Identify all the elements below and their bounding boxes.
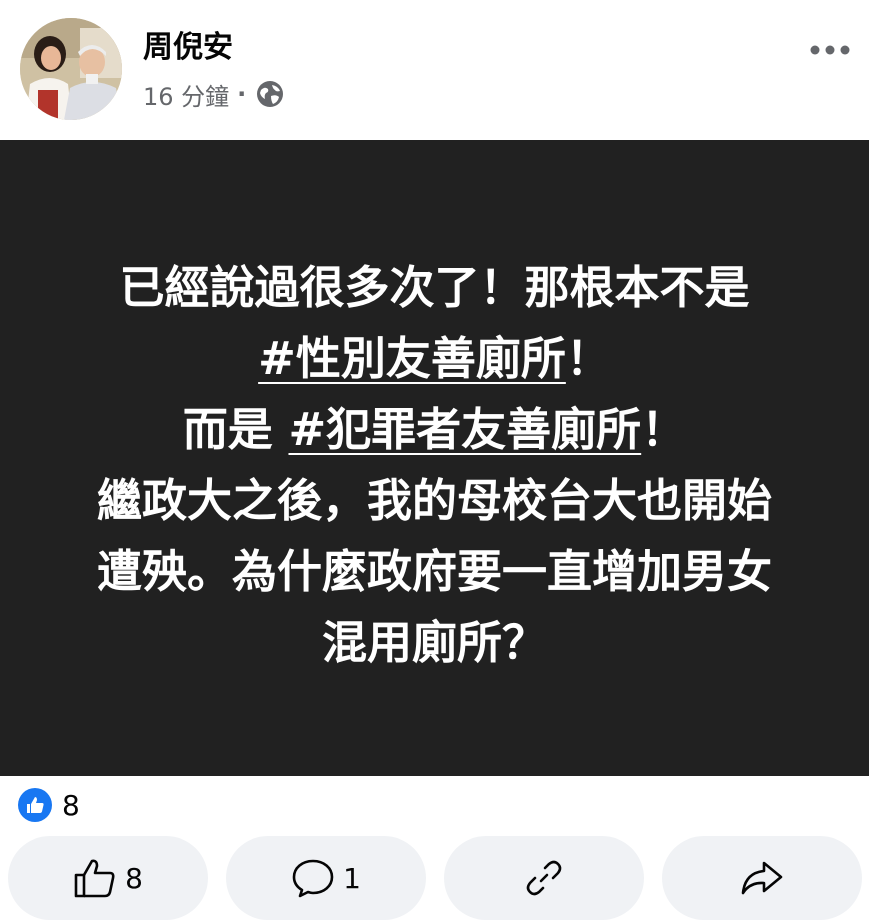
comment-count: 1 xyxy=(343,861,361,895)
line-text: 遭殃。為什麼政府要一直增加男女 xyxy=(96,545,772,598)
link-icon xyxy=(526,860,562,896)
action-bar: 8 1 xyxy=(8,836,862,920)
reactions-summary[interactable]: 8 xyxy=(18,786,80,824)
line-text: 繼政大之後，我的母校台大也開始 xyxy=(96,474,772,527)
line-text: 而是 xyxy=(182,403,289,456)
post-text-line: #性別友善廁所！ xyxy=(0,323,869,394)
comment-button[interactable]: 1 xyxy=(226,836,426,920)
globe-icon[interactable] xyxy=(256,80,284,108)
post-text-line: 混用廁所？ xyxy=(0,607,869,678)
author-avatar[interactable] xyxy=(20,18,122,120)
thumbs-up-icon xyxy=(74,859,115,898)
author-name[interactable]: 周倪安 xyxy=(143,28,233,68)
line-text: 混用廁所？ xyxy=(321,616,547,669)
line-text: ！ xyxy=(565,332,611,385)
post-text: 已經說過很多次了！那根本不是 #性別友善廁所！ 而是 #犯罪者友善廁所！ 繼政大… xyxy=(0,252,869,678)
comment-icon xyxy=(292,859,334,898)
hashtag-link[interactable]: #犯罪者友善廁所 xyxy=(288,403,641,456)
post-text-background: 已經說過很多次了！那根本不是 #性別友善廁所！ 而是 #犯罪者友善廁所！ 繼政大… xyxy=(0,140,869,776)
more-dots-icon xyxy=(810,45,850,55)
copy-link-button[interactable] xyxy=(444,836,644,920)
post-text-line: 繼政大之後，我的母校台大也開始 xyxy=(0,465,869,536)
hashtag-link[interactable]: #性別友善廁所 xyxy=(258,332,566,385)
post-meta: 16 分鐘 · xyxy=(143,76,284,112)
like-count: 8 xyxy=(125,861,143,895)
post-text-line: 遭殃。為什麼政府要一直增加男女 xyxy=(0,536,869,607)
line-text: 已經說過很多次了！那根本不是 xyxy=(119,261,750,314)
meta-separator: · xyxy=(237,80,247,108)
more-options-button[interactable] xyxy=(800,28,860,72)
post-header: 周倪安 16 分鐘 · xyxy=(0,0,869,140)
post-text-line: 已經說過很多次了！那根本不是 xyxy=(0,252,869,323)
like-button[interactable]: 8 xyxy=(8,836,208,920)
like-reaction-icon xyxy=(18,788,52,822)
reaction-count: 8 xyxy=(62,788,80,822)
post-time[interactable]: 16 分鐘 xyxy=(143,77,229,112)
line-text: ！ xyxy=(641,403,687,456)
post-text-line: 而是 #犯罪者友善廁所！ xyxy=(0,394,869,465)
share-icon xyxy=(741,861,783,895)
share-button[interactable] xyxy=(662,836,862,920)
